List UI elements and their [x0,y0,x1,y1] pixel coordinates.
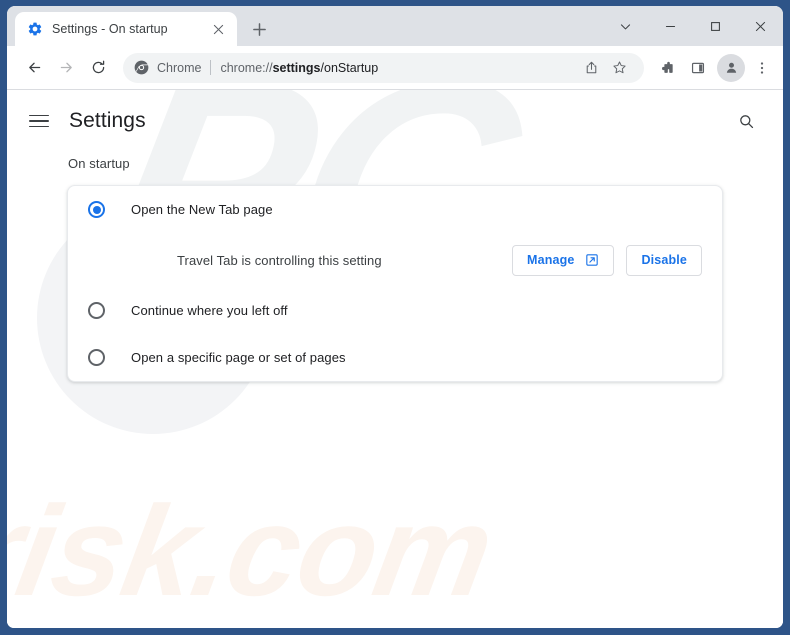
search-icon [739,114,753,128]
arrow-left-icon [28,62,40,73]
profile-button[interactable] [717,53,745,82]
close-icon [213,24,223,34]
url-host: settings [272,60,321,75]
browser-tab[interactable]: Settings - On startup [15,12,237,46]
hamburger-bar [29,125,49,128]
side-panel-button[interactable] [683,53,713,83]
startup-option-continue[interactable]: Continue where you left off [68,287,722,334]
toolbar-actions [652,53,775,83]
startup-option-new-tab-page[interactable]: Open the New Tab page [68,186,722,233]
browser-window: Settings - On startup Chrome chrome://se… [0,0,790,635]
reload-button[interactable] [83,53,113,83]
startup-option-label: Open a specific page or set of pages [131,350,346,365]
puzzle-piece-icon [662,61,673,73]
manage-button[interactable]: Manage [512,244,615,276]
star-icon [612,61,626,74]
settings-page: PC risk.com Settings [7,90,783,628]
tab-search-button[interactable] [603,6,648,46]
maximize-button[interactable] [693,6,738,46]
arrow-right-icon [60,62,72,73]
manage-button-label: Manage [527,253,575,267]
three-dots-vertical-icon [760,61,764,74]
controlled-setting-text: Travel Tab is controlling this setting [177,252,382,268]
share-icon [586,61,596,74]
close-button[interactable] [738,6,783,46]
radio-button[interactable] [88,302,105,319]
chrome-logo-icon [134,60,149,75]
tab-title: Settings - On startup [52,22,168,36]
omnibox-trailing-actions [578,55,632,81]
maximize-icon [711,21,720,31]
disable-button[interactable]: Disable [626,244,702,276]
startup-option-specific-pages[interactable]: Open a specific page or set of pages [68,334,722,381]
side-panel-icon [691,62,705,73]
forward-button[interactable] [51,53,81,83]
startup-option-label: Continue where you left off [131,303,288,318]
hamburger-bar [29,120,49,122]
address-bar[interactable]: Chrome chrome://settings/onStartup [123,52,644,83]
hamburger-bar [29,114,49,117]
share-button[interactable] [578,55,604,81]
chevron-down-icon [620,23,631,29]
page-title: Settings [69,109,146,132]
controlled-setting-actions: Manage Disable [512,244,702,276]
disable-button-label: Disable [641,253,687,267]
omnibox-url: chrome://settings/onStartup [220,61,570,75]
on-startup-section: On startup Open the New Tab page Travel … [7,156,783,382]
settings-search-button[interactable] [731,106,761,136]
radio-button[interactable] [88,349,105,366]
url-path: /onStartup [320,60,379,75]
settings-gear-icon [28,22,42,36]
extensions-button[interactable] [652,53,682,83]
omnibox-separator [210,60,212,75]
close-icon [755,21,766,31]
window-controls [603,6,783,46]
tab-strip: Settings - On startup [7,6,783,46]
new-tab-button[interactable] [245,15,273,43]
settings-header: Settings [7,90,783,152]
back-button[interactable] [19,53,49,83]
bookmark-button[interactable] [606,55,632,81]
hamburger-menu-icon[interactable] [29,108,55,134]
url-scheme: chrome:// [220,60,273,75]
avatar-icon [726,62,736,73]
controlled-setting-notice: Travel Tab is controlling this setting M… [68,233,722,287]
minimize-button[interactable] [648,6,693,46]
startup-options-card: Open the New Tab page Travel Tab is cont… [67,185,723,382]
section-title: On startup [68,156,130,171]
minimize-icon [665,25,676,27]
external-link-icon [586,254,599,266]
tab-close-button[interactable] [208,19,228,39]
plus-icon [252,22,266,36]
browser-toolbar: Chrome chrome://settings/onStartup [7,46,783,90]
omnibox-chip-label: Chrome [157,60,202,75]
radio-button[interactable] [88,201,105,218]
startup-option-label: Open the New Tab page [131,202,273,217]
foreground-watermark-risk: risk.com [7,480,503,623]
browser-window-inner: Settings - On startup Chrome chrome://se… [7,6,783,628]
chrome-menu-button[interactable] [749,53,775,83]
reload-icon [92,60,104,74]
